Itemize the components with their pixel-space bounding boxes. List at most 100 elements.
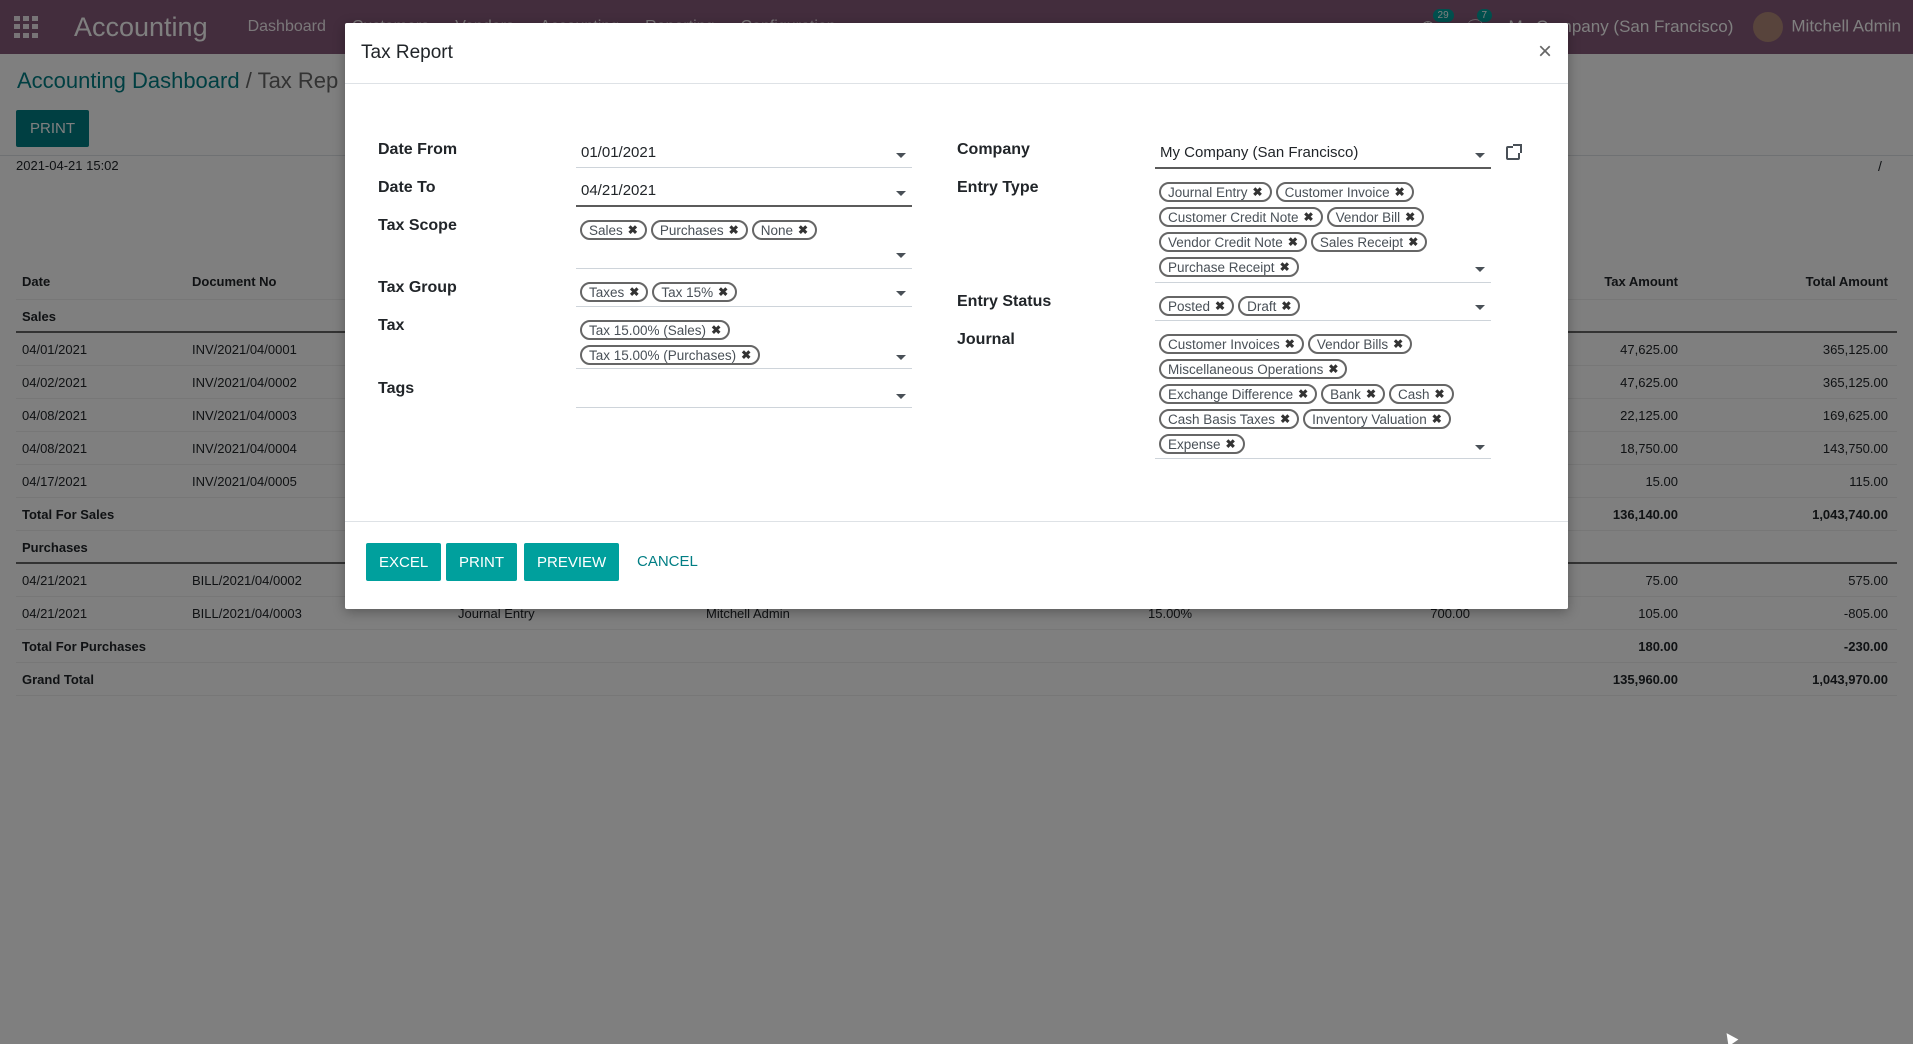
tag-label: Taxes bbox=[589, 284, 625, 300]
remove-tag-icon[interactable]: ✖ bbox=[1304, 210, 1314, 224]
tax-group-tags: Taxes ✖ Tax 15% ✖ bbox=[580, 282, 738, 302]
tag-label: Vendor Bills bbox=[1316, 336, 1389, 352]
tag: Tax 15.00% (Sales) ✖ bbox=[580, 320, 731, 340]
date-to-label: Date To bbox=[378, 179, 436, 196]
entry-status-label: Entry Status bbox=[957, 293, 1052, 310]
tax-scope-field[interactable]: Sales ✖ Purchases ✖ None ✖ bbox=[576, 217, 912, 269]
tag: Customer Credit Note ✖ bbox=[1159, 207, 1323, 227]
cancel-button[interactable]: CANCEL bbox=[637, 553, 698, 570]
tag-label: Bank bbox=[1330, 386, 1361, 402]
remove-tag-icon[interactable]: ✖ bbox=[1281, 299, 1291, 313]
remove-tag-icon[interactable]: ✖ bbox=[729, 223, 739, 237]
company-label: Company bbox=[957, 141, 1030, 158]
remove-tag-icon[interactable]: ✖ bbox=[1366, 387, 1376, 401]
date-to-field[interactable]: 04/21/2021 bbox=[576, 179, 912, 207]
tag-label: Cash Basis Taxes bbox=[1168, 411, 1276, 427]
tax-group-label: Tax Group bbox=[378, 279, 457, 296]
tag: Expense ✖ bbox=[1159, 434, 1245, 454]
modal-title: Tax Report bbox=[361, 42, 453, 63]
tag: Tax 15% ✖ bbox=[652, 282, 738, 302]
tag: Bank ✖ bbox=[1321, 384, 1385, 404]
tag: Purchase Receipt ✖ bbox=[1159, 257, 1299, 277]
chevron-down-icon[interactable] bbox=[1475, 153, 1485, 158]
remove-tag-icon[interactable]: ✖ bbox=[1395, 185, 1405, 199]
tag-label: Purchases bbox=[659, 222, 724, 238]
company-value: My Company (San Francisco) bbox=[1160, 144, 1359, 161]
tag: Posted ✖ bbox=[1159, 296, 1235, 316]
tag-label: Tax 15% bbox=[661, 284, 714, 300]
tag-label: Vendor Bill bbox=[1335, 209, 1401, 225]
remove-tag-icon[interactable]: ✖ bbox=[741, 348, 751, 362]
chevron-down-icon[interactable] bbox=[1475, 267, 1485, 272]
tag-label: Posted bbox=[1168, 298, 1211, 314]
tag-label: Vendor Credit Note bbox=[1168, 234, 1283, 250]
tag: Purchases ✖ bbox=[650, 220, 748, 240]
remove-tag-icon[interactable]: ✖ bbox=[1328, 362, 1338, 376]
tag: Exchange Difference ✖ bbox=[1159, 384, 1318, 404]
close-icon[interactable]: × bbox=[1538, 38, 1552, 66]
tax-scope-tags: Sales ✖ Purchases ✖ None ✖ bbox=[580, 220, 818, 240]
remove-tag-icon[interactable]: ✖ bbox=[1215, 299, 1225, 313]
tag-label: None bbox=[760, 222, 793, 238]
tag: Miscellaneous Operations ✖ bbox=[1159, 359, 1348, 379]
chevron-down-icon[interactable] bbox=[896, 191, 906, 196]
remove-tag-icon[interactable]: ✖ bbox=[1432, 412, 1442, 426]
chevron-down-icon[interactable] bbox=[896, 253, 906, 258]
tag: Tax 15.00% (Purchases) ✖ bbox=[580, 345, 761, 365]
remove-tag-icon[interactable]: ✖ bbox=[798, 223, 808, 237]
tag: Inventory Valuation ✖ bbox=[1303, 409, 1451, 429]
tax-group-field[interactable]: Taxes ✖ Tax 15% ✖ bbox=[576, 279, 912, 307]
entry-type-field[interactable]: Journal Entry ✖ Customer Invoice ✖ Custome… bbox=[1155, 179, 1491, 283]
external-link-icon[interactable] bbox=[1506, 144, 1522, 160]
tag: Taxes ✖ bbox=[580, 282, 649, 302]
remove-tag-icon[interactable]: ✖ bbox=[718, 285, 728, 299]
modal-header: Tax Report × bbox=[345, 23, 1568, 84]
tags-field[interactable] bbox=[576, 380, 912, 408]
remove-tag-icon[interactable]: ✖ bbox=[1298, 387, 1308, 401]
tag-label: Customer Invoice bbox=[1284, 184, 1390, 200]
remove-tag-icon[interactable]: ✖ bbox=[1285, 337, 1295, 351]
tax-field[interactable]: Tax 15.00% (Sales) ✖ Tax 15.00% (Purchase… bbox=[576, 317, 912, 369]
chevron-down-icon[interactable] bbox=[1475, 445, 1485, 450]
entry-type-tags: Journal Entry ✖ Customer Invoice ✖ Custome… bbox=[1159, 182, 1479, 277]
tag-label: Customer Invoices bbox=[1168, 336, 1280, 352]
remove-tag-icon[interactable]: ✖ bbox=[1253, 185, 1263, 199]
remove-tag-icon[interactable]: ✖ bbox=[1408, 235, 1418, 249]
company-field[interactable]: My Company (San Francisco) bbox=[1155, 141, 1491, 169]
journal-field[interactable]: Customer Invoices ✖ Vendor Bills ✖ Miscell… bbox=[1155, 331, 1491, 459]
tag-label: Expense bbox=[1168, 436, 1221, 452]
journal-label: Journal bbox=[957, 331, 1015, 348]
tag-label: Draft bbox=[1247, 298, 1277, 314]
tag-label: Exchange Difference bbox=[1168, 386, 1294, 402]
entry-status-tags: Posted ✖ Draft ✖ bbox=[1159, 296, 1301, 316]
chevron-down-icon[interactable] bbox=[896, 355, 906, 360]
remove-tag-icon[interactable]: ✖ bbox=[1280, 260, 1290, 274]
tag: Vendor Bills ✖ bbox=[1307, 334, 1413, 354]
tag: Sales Receipt ✖ bbox=[1310, 232, 1428, 252]
chevron-down-icon[interactable] bbox=[1475, 305, 1485, 310]
remove-tag-icon[interactable]: ✖ bbox=[1393, 337, 1403, 351]
tag: Journal Entry ✖ bbox=[1159, 182, 1272, 202]
remove-tag-icon[interactable]: ✖ bbox=[711, 323, 721, 337]
entry-type-label: Entry Type bbox=[957, 179, 1039, 196]
entry-status-field[interactable]: Posted ✖ Draft ✖ bbox=[1155, 293, 1491, 321]
modal-footer: EXCEL PRINT PREVIEW CANCEL bbox=[345, 521, 1568, 609]
chevron-down-icon[interactable] bbox=[896, 291, 906, 296]
chevron-down-icon[interactable] bbox=[896, 153, 906, 158]
tax-scope-label: Tax Scope bbox=[378, 217, 457, 234]
remove-tag-icon[interactable]: ✖ bbox=[628, 223, 638, 237]
remove-tag-icon[interactable]: ✖ bbox=[1288, 235, 1298, 249]
date-from-field[interactable]: 01/01/2021 bbox=[576, 141, 912, 168]
remove-tag-icon[interactable]: ✖ bbox=[1405, 210, 1415, 224]
remove-tag-icon[interactable]: ✖ bbox=[629, 285, 639, 299]
remove-tag-icon[interactable]: ✖ bbox=[1280, 412, 1290, 426]
remove-tag-icon[interactable]: ✖ bbox=[1226, 437, 1236, 451]
tag: Customer Invoice ✖ bbox=[1275, 182, 1414, 202]
excel-button[interactable]: EXCEL bbox=[366, 543, 442, 581]
tag: None ✖ bbox=[751, 220, 818, 240]
preview-button[interactable]: PREVIEW bbox=[524, 543, 620, 581]
chevron-down-icon[interactable] bbox=[896, 394, 906, 399]
remove-tag-icon[interactable]: ✖ bbox=[1435, 387, 1445, 401]
date-from-label: Date From bbox=[378, 141, 458, 158]
print-button[interactable]: PRINT bbox=[446, 543, 517, 581]
